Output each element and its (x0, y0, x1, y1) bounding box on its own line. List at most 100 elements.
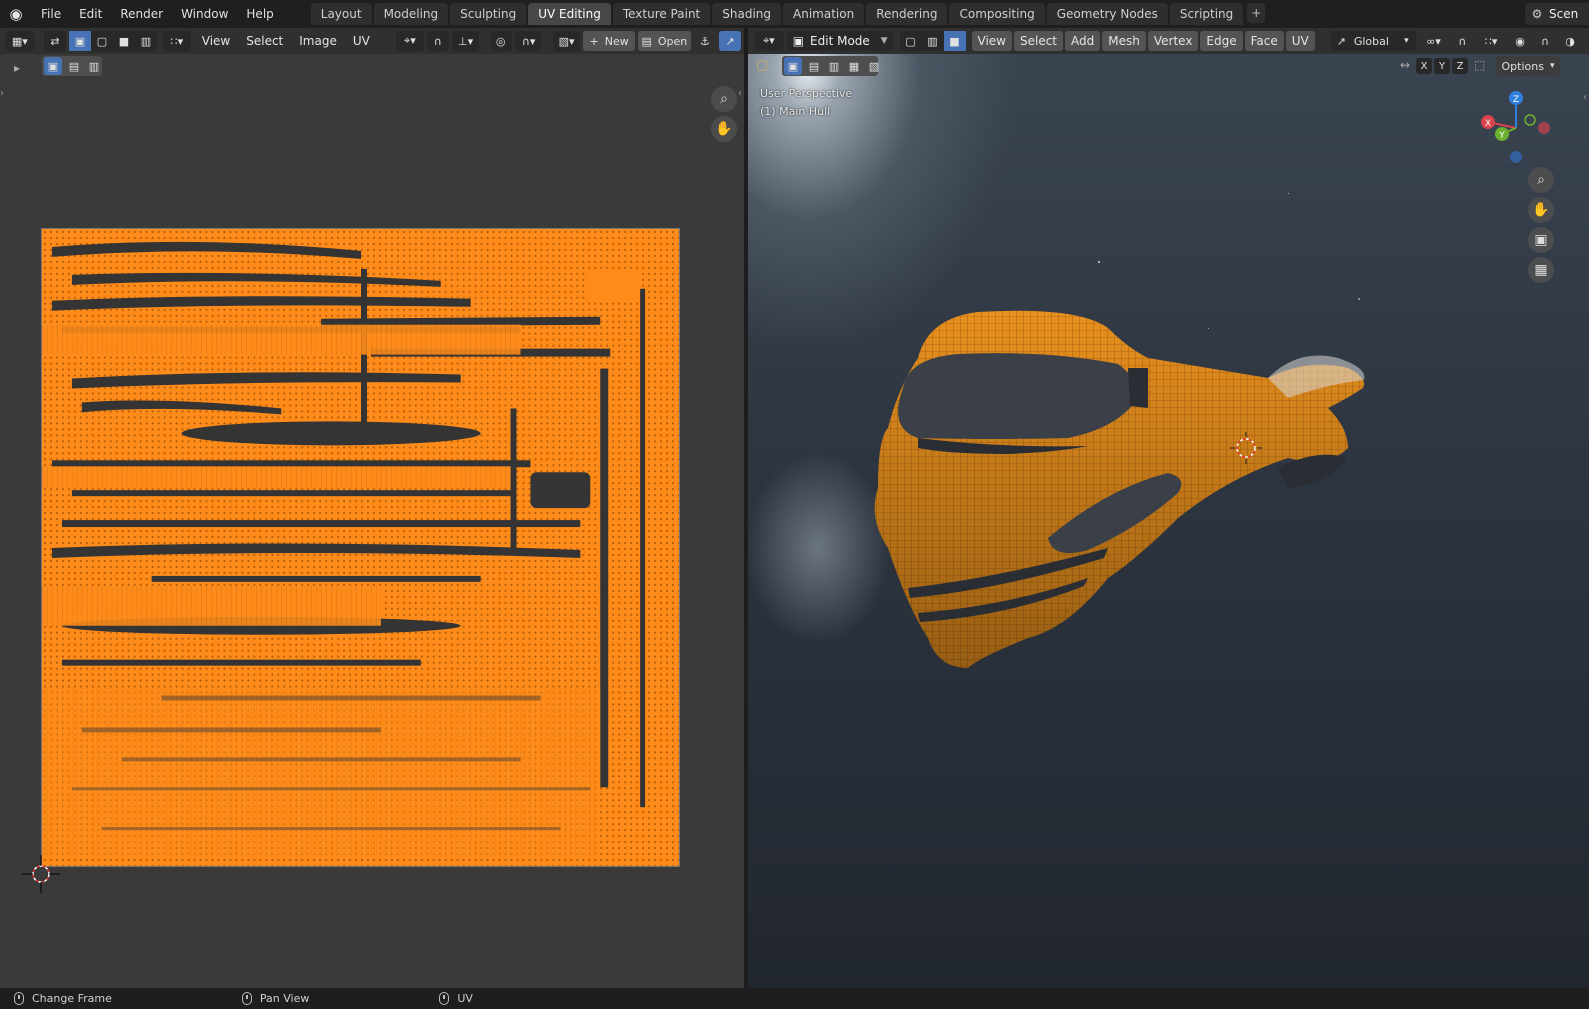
mirror-icon[interactable]: ↔ (1400, 58, 1410, 72)
options-dropdown[interactable]: Options ▾ (1496, 56, 1560, 76)
zoom-icon[interactable]: ⌕ (711, 86, 737, 112)
tab-texture-paint[interactable]: Texture Paint (612, 3, 711, 25)
menu-window[interactable]: Window (172, 3, 237, 25)
uv-editor[interactable]: ▦▾ ⇄ ▣ ▢ ■ ▥ ∷▾ View Select Image UV ⌖▾ … (0, 28, 746, 988)
proportional-edit-icon[interactable]: ◉ (1509, 31, 1531, 51)
vp-menu-edge[interactable]: Edge (1200, 31, 1243, 51)
zoom-icon[interactable]: ⌕ (1528, 167, 1554, 193)
select-invert-icon[interactable]: ▦ (845, 57, 863, 75)
uv-vertex-mode-icon[interactable]: ▣ (69, 31, 91, 51)
cockpit-canopy (898, 353, 1138, 439)
face-select-icon[interactable]: ■ (943, 31, 966, 51)
status-uv-label: UV (457, 992, 473, 1005)
sync-selection-icon[interactable]: ⇄ (44, 31, 66, 51)
image-browse-icon[interactable]: ▧▾ (552, 31, 581, 51)
snap-increment-icon[interactable]: ∷▾ (1476, 31, 1506, 51)
vp-menu-select[interactable]: Select (1013, 31, 1064, 51)
editor-type-icon[interactable]: ▦▾ (6, 31, 34, 51)
vp-menu-view[interactable]: View (971, 31, 1012, 51)
n-panel-expand-icon[interactable]: ‹ (738, 88, 742, 99)
select-extend-icon[interactable]: ▤ (805, 57, 823, 75)
snap-icon[interactable]: ∩ (426, 31, 449, 51)
menu-file[interactable]: File (32, 3, 70, 25)
vp-menu-mesh[interactable]: Mesh (1102, 31, 1146, 51)
add-workspace-button[interactable]: + (1247, 3, 1266, 23)
menu-edit[interactable]: Edit (70, 3, 111, 25)
open-image-button[interactable]: ▤ Open (637, 31, 691, 51)
falloff-icon[interactable]: ∩▾ (514, 31, 543, 51)
select-new-icon[interactable]: ▣ (44, 57, 62, 75)
uv-menu-uv[interactable]: UV (345, 31, 378, 51)
scene-selector[interactable]: ⚙ Scen (1525, 3, 1589, 25)
snap-target-icon[interactable]: ⊥▾ (451, 31, 480, 51)
vp-menu-uv[interactable]: UV (1285, 31, 1315, 51)
viewport-shading-icon[interactable]: ◑ (1559, 31, 1581, 51)
3d-viewport[interactable]: ⌖▾ ▣ Edit Mode ▼ ▢ ▥ ■ View Select Add M… (748, 28, 1589, 988)
tab-layout[interactable]: Layout (310, 3, 372, 25)
tab-compositing[interactable]: Compositing (949, 3, 1045, 25)
menu-render[interactable]: Render (111, 3, 172, 25)
vp-menu-vertex[interactable]: Vertex (1147, 31, 1199, 51)
pan-hand-icon[interactable]: ✋ (1528, 197, 1554, 223)
uv-menu-image[interactable]: Image (291, 31, 345, 51)
edge-select-icon[interactable]: ▥ (922, 31, 944, 51)
vp-menu-face[interactable]: Face (1244, 31, 1284, 51)
mirror-z-toggle[interactable]: Z (1452, 58, 1468, 74)
tab-rendering[interactable]: Rendering (866, 3, 948, 25)
tab-modeling[interactable]: Modeling (373, 3, 449, 25)
blender-logo-icon[interactable]: ◉ (0, 0, 32, 28)
viewport-editor-type-icon[interactable]: ⌖▾ (754, 31, 784, 51)
chevron-down-icon: ▼ (880, 36, 888, 46)
uv-edge-mode-icon[interactable]: ▢ (91, 31, 113, 51)
uv-menu-select[interactable]: Select (238, 31, 291, 51)
sticky-select-icon[interactable]: ∷▾ (163, 31, 191, 51)
select-extend-icon[interactable]: ▤ (65, 57, 83, 75)
mouse-right-icon (439, 992, 450, 1005)
uv-layout-canvas[interactable] (41, 228, 680, 867)
auto-merge-icon[interactable]: ⬚ (1474, 58, 1485, 72)
tool-select-icon[interactable]: ▢ (756, 58, 768, 73)
axis-gizmo[interactable]: Z X Y (1474, 84, 1558, 168)
tab-geometry-nodes[interactable]: Geometry Nodes (1046, 3, 1168, 25)
star (1358, 298, 1360, 300)
camera-icon[interactable]: ▣ (1528, 227, 1554, 253)
new-image-button[interactable]: + New (583, 31, 635, 51)
select-subtract-icon[interactable]: ▥ (85, 57, 103, 75)
pan-hand-icon[interactable]: ✋ (711, 116, 737, 142)
select-subtract-icon[interactable]: ▥ (825, 57, 843, 75)
mirror-x-toggle[interactable]: X (1416, 58, 1432, 74)
neg-z-axis-handle[interactable] (1510, 151, 1522, 163)
status-change-frame-label: Change Frame (32, 992, 112, 1005)
mode-selector[interactable]: ▣ Edit Mode ▼ (786, 31, 894, 51)
n-panel-expand-icon[interactable]: ‹ (1583, 92, 1587, 103)
tab-shading[interactable]: Shading (712, 3, 781, 25)
vertex-select-icon[interactable]: ▢ (900, 31, 922, 51)
vp-menu-add[interactable]: Add (1065, 31, 1101, 51)
tab-scripting[interactable]: Scripting (1169, 3, 1244, 25)
tab-uv-editing[interactable]: UV Editing (528, 3, 611, 25)
tab-animation[interactable]: Animation (783, 3, 865, 25)
toolbar-toggle-icon[interactable]: ▸ (14, 58, 28, 78)
sidebar-expand-icon[interactable]: › (0, 88, 4, 99)
2d-cursor-icon[interactable] (22, 855, 60, 893)
mirror-y-toggle[interactable]: Y (1434, 58, 1450, 74)
snap-magnet-icon[interactable]: ∩ (1451, 31, 1473, 51)
orientation-selector[interactable]: ↗ Global ▾ (1330, 31, 1416, 51)
uv-island-mode-icon[interactable]: ▥ (135, 31, 157, 51)
spaceship-mesh[interactable] (848, 288, 1388, 688)
select-intersect-icon[interactable]: ▧ (865, 57, 883, 75)
neg-y-axis-handle[interactable] (1524, 114, 1536, 126)
falloff-curve-icon[interactable]: ∩ (1534, 31, 1556, 51)
uv-menu-view[interactable]: View (194, 31, 238, 51)
gizmo-toggle-icon[interactable]: ↗ (718, 31, 741, 51)
proportional-edit-icon[interactable]: ◎ (489, 31, 512, 51)
pin-icon[interactable]: ⚓ (694, 31, 716, 51)
tab-sculpting[interactable]: Sculpting (450, 3, 527, 25)
perspective-grid-icon[interactable]: ▦ (1528, 257, 1554, 283)
menu-help[interactable]: Help (237, 3, 282, 25)
pivot-icon[interactable]: ⌖▾ (395, 31, 424, 51)
uv-face-mode-icon[interactable]: ■ (113, 31, 135, 51)
select-new-icon[interactable]: ▣ (784, 57, 802, 75)
pivot-point-icon[interactable]: ∞▾ (1419, 31, 1449, 51)
neg-x-axis-handle[interactable] (1538, 122, 1550, 134)
